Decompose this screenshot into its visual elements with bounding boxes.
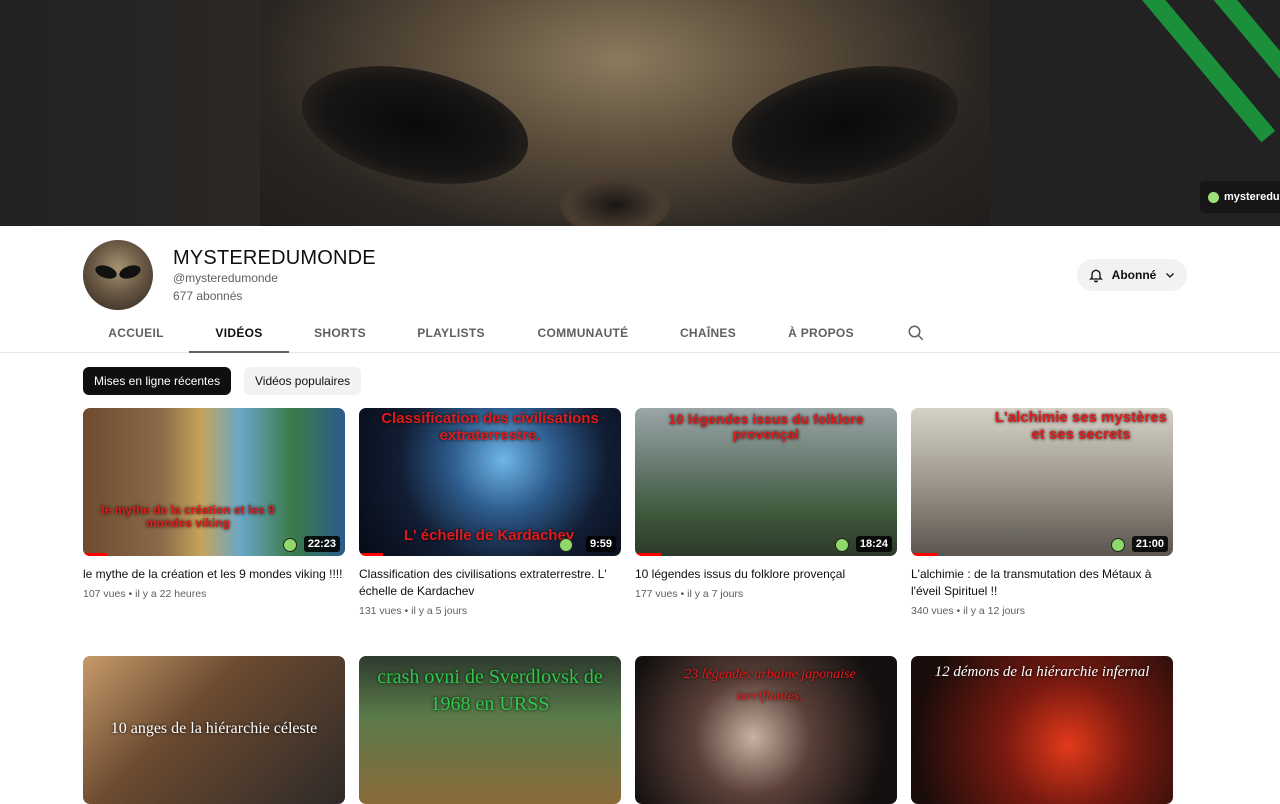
banner-eye-left [291, 47, 539, 203]
video-card[interactable]: crash ovni de Sverdlovsk de 1968 en URSS [359, 656, 621, 804]
video-title[interactable]: Classification des civilisations extrate… [359, 566, 621, 600]
alien-icon [1208, 191, 1219, 203]
thumbnail-text: 10 légendes issus du folklore provençal [668, 411, 864, 443]
chip-recent[interactable]: Mises en ligne récentes [83, 367, 232, 395]
video-meta: 131 vues • il y a 5 jours [359, 605, 468, 617]
subscribe-button[interactable]: Abonné [1077, 259, 1187, 291]
thumbnail-text: 12 démons de la hiérarchie infernal [934, 664, 1150, 680]
video-thumbnail[interactable]: le mythe de la création et les 9 mondes … [83, 408, 345, 556]
video-duration: 9:59 [585, 536, 616, 552]
bell-icon [1088, 269, 1103, 283]
channel-name: MYSTEREDUMONDE [173, 247, 376, 269]
banner-link-label: mysteredumonde [1224, 191, 1280, 203]
view-count: 131 vues [359, 605, 402, 617]
watch-progress [635, 553, 662, 556]
banner-shadow-left [0, 0, 260, 226]
video-card[interactable]: 10 légendes issus du folklore provençal … [635, 408, 897, 600]
thumbnail-text: L'alchimie ses mystères et ses secrets [994, 409, 1167, 443]
video-card[interactable]: 12 démons de la hiérarchie infernal [911, 656, 1173, 804]
video-card[interactable]: 23 légendes urbaine japonaise terrifiant… [635, 656, 897, 804]
tab-a-propos[interactable]: À PROPOS [778, 314, 864, 353]
channel-banner: mysteredumonde [0, 0, 1280, 226]
video-meta: 177 vues • il y a 7 jours [635, 588, 744, 600]
channel-avatar[interactable] [83, 240, 153, 310]
upload-age: il y a 5 jours [411, 605, 468, 617]
thumbnail-text: Classification des civilisations extrate… [381, 410, 599, 444]
channel-logo-icon [1111, 538, 1125, 552]
video-card[interactable]: Classification des civilisations extrate… [359, 408, 621, 617]
view-count: 107 vues [83, 588, 126, 600]
video-thumbnail[interactable]: 10 anges de la hiérarchie céleste [83, 656, 345, 804]
thumbnail-text: le mythe de la création et les 9 mondes … [101, 503, 275, 531]
tab-accueil[interactable]: ACCUEIL [83, 314, 189, 353]
channel-header: MYSTEREDUMONDE @mysteredumonde 677 abonn… [83, 240, 1187, 310]
watch-progress [911, 553, 938, 556]
channel-logo-icon [559, 538, 573, 552]
channel-tabs: ACCUEIL VIDÉOS SHORTS PLAYLISTS COMMUNAU… [0, 314, 1280, 353]
video-thumbnail[interactable]: 23 légendes urbaine japonaise terrifiant… [635, 656, 897, 804]
upload-age: il y a 22 heures [135, 588, 207, 600]
video-thumbnail[interactable]: Classification des civilisations extrate… [359, 408, 621, 556]
watch-progress [359, 553, 383, 556]
video-thumbnail[interactable]: 10 légendes issus du folklore provençal … [635, 408, 897, 556]
video-meta: 340 vues • il y a 12 jours [911, 605, 1026, 617]
tab-shorts[interactable]: SHORTS [300, 314, 380, 353]
video-duration: 18:24 [855, 536, 892, 552]
tab-chaines[interactable]: CHAÎNES [668, 314, 748, 353]
thumbnail-subtext: L' échelle de Kardachev [403, 527, 575, 544]
upload-age: il y a 12 jours [963, 605, 1026, 617]
view-count: 340 vues [911, 605, 954, 617]
thumbnail-text: 23 légendes urbaine japonaise terrifiant… [684, 667, 856, 705]
thumbnail-text: crash ovni de Sverdlovsk de 1968 en URSS [377, 666, 603, 715]
video-duration: 21:00 [1131, 536, 1168, 552]
thumbnail-text: 10 anges de la hiérarchie céleste [110, 720, 318, 737]
tab-videos[interactable]: VIDÉOS [189, 314, 289, 353]
channel-logo-icon [835, 538, 849, 552]
video-meta: 107 vues • il y a 22 heures [83, 588, 207, 600]
video-card[interactable]: le mythe de la création et les 9 mondes … [83, 408, 345, 600]
upload-age: il y a 7 jours [687, 588, 744, 600]
video-thumbnail[interactable]: L'alchimie ses mystères et ses secrets 2… [911, 408, 1173, 556]
tab-playlists[interactable]: PLAYLISTS [405, 314, 497, 353]
video-duration: 22:23 [303, 536, 340, 552]
video-card[interactable]: 10 anges de la hiérarchie céleste [83, 656, 345, 804]
subscriber-count: 677 abonnés [173, 289, 243, 303]
chevron-down-icon [1166, 273, 1175, 278]
video-title[interactable]: 10 légendes issus du folklore provençal [635, 566, 897, 583]
video-thumbnail[interactable]: crash ovni de Sverdlovsk de 1968 en URSS [359, 656, 621, 804]
watch-progress [83, 553, 107, 556]
search-icon[interactable] [907, 324, 925, 342]
banner-eye-right [721, 47, 969, 203]
tab-communaute[interactable]: COMMUNAUTÉ [528, 314, 638, 353]
channel-logo-icon [283, 538, 297, 552]
video-thumbnail[interactable]: 12 démons de la hiérarchie infernal [911, 656, 1173, 804]
view-count: 177 vues [635, 588, 678, 600]
channel-handle: @mysteredumonde [173, 271, 278, 285]
video-title[interactable]: le mythe de la création et les 9 mondes … [83, 566, 345, 583]
subscribe-label: Abonné [1111, 268, 1157, 282]
video-title[interactable]: L'alchimie : de la transmutation des Mét… [911, 566, 1173, 600]
banner-link[interactable]: mysteredumonde [1200, 181, 1280, 213]
video-card[interactable]: L'alchimie ses mystères et ses secrets 2… [911, 408, 1173, 617]
banner-nose [560, 175, 670, 226]
chip-popular[interactable]: Vidéos populaires [244, 367, 362, 395]
